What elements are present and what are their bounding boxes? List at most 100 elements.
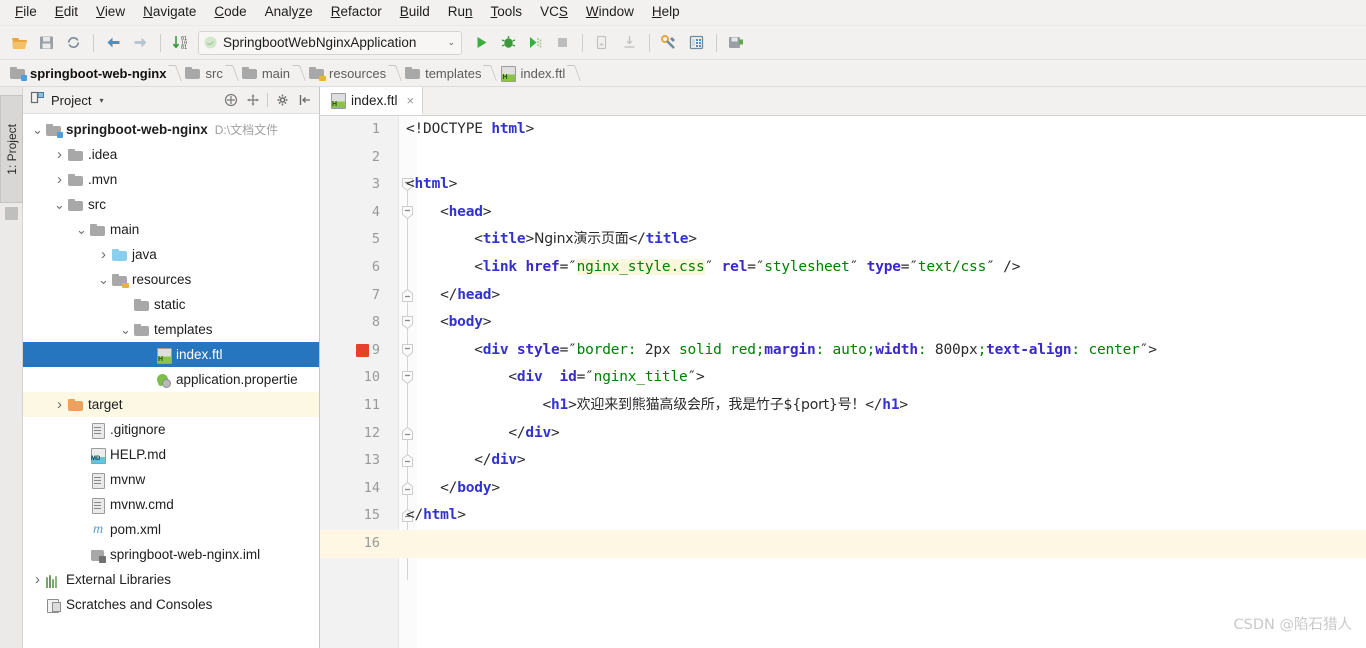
breadcrumb-item-main[interactable]: main [238,62,293,84]
code-line[interactable]: 7 </head> [320,282,1366,310]
menu-item-view[interactable]: View [87,1,134,24]
run-configuration-selector[interactable]: SpringbootWebNginxApplication ⌄ [198,30,462,55]
code-line[interactable]: 6 <link href=″nginx_style.css″ rel=″styl… [320,254,1366,282]
chevron-down-icon[interactable]: ⌄ [75,223,88,236]
tree-item-templates[interactable]: ⌄ templates [23,317,319,342]
line-number[interactable]: 5 [320,226,380,254]
line-number[interactable]: 6 [320,254,380,282]
code-line[interactable]: 3 <html> [320,171,1366,199]
code-line-text[interactable]: </div> [406,420,1366,448]
code-line-text[interactable]: <h1>欢迎来到熊猫高级会所，我是竹子${port}号！</h1> [406,392,1366,420]
sidebar-item-project-tab[interactable]: 1: Project [0,95,23,203]
code-line[interactable]: 8 <body> [320,309,1366,337]
sort-numeric-icon[interactable]: 01 10 01 [167,30,193,56]
tree-item--idea[interactable]: › .idea [23,142,319,167]
line-number[interactable]: 14 [320,475,380,503]
code-line-text[interactable]: <title>Nginx演示页面</title> [406,226,1366,254]
chevron-down-icon[interactable]: ▾ [99,96,103,105]
line-number[interactable]: 12 [320,420,380,448]
code-line[interactable]: 9 <div style=″border: 2px solid red;marg… [320,337,1366,365]
breakpoint-marker[interactable] [356,343,369,357]
sync-icon[interactable] [60,30,86,56]
line-number[interactable]: 13 [320,447,380,475]
code-line-text[interactable]: <head> [406,199,1366,227]
breadcrumb-item-springboot-web-nginx[interactable]: springboot-web-nginx [6,62,169,84]
chevron-right-icon[interactable]: › [53,171,66,188]
code-line-text[interactable]: <html> [406,171,1366,199]
code-line[interactable]: 14 </body> [320,475,1366,503]
line-number[interactable]: 15 [320,502,380,530]
forward-arrow-icon[interactable] [127,30,153,56]
menu-item-file[interactable]: File [6,1,46,24]
code-line[interactable]: 5 <title>Nginx演示页面</title> [320,226,1366,254]
code-line[interactable]: 15 </html> [320,502,1366,530]
tree-item--mvn[interactable]: › .mvn [23,167,319,192]
code-line[interactable]: 10 <div id=″nginx_title″> [320,364,1366,392]
tree-item-mvnw-cmd[interactable]: mvnw.cmd [23,492,319,517]
code-line-text[interactable]: </div> [406,447,1366,475]
tree-item-application-propertie[interactable]: application.propertie [23,367,319,392]
tree-item-scratches-and-consoles[interactable]: Scratches and Consoles [23,592,319,617]
chevron-right-icon[interactable]: › [53,396,66,413]
chevron-down-icon[interactable]: ⌄ [447,37,455,48]
breadcrumb-item-resources[interactable]: resources [305,62,389,84]
line-number[interactable]: 16 [320,530,380,558]
code-line[interactable]: 16 [320,529,1366,558]
code-line-text[interactable]: </head> [406,282,1366,310]
line-number[interactable]: 2 [320,144,380,172]
line-number[interactable]: 7 [320,282,380,310]
scroll-from-source-icon[interactable] [243,91,262,110]
tree-item-static[interactable]: static [23,292,319,317]
code-line[interactable]: 1 <!DOCTYPE html> [320,116,1366,144]
line-number[interactable]: 9 [320,337,380,365]
menu-item-window[interactable]: Window [577,1,643,24]
menu-item-tools[interactable]: Tools [482,1,532,24]
tree-item-springboot-web-nginx[interactable]: ⌄ springboot-web-nginx D:\文档文件 [23,117,319,142]
tree-item-resources[interactable]: ⌄ resources [23,267,319,292]
menu-item-build[interactable]: Build [391,1,439,24]
menu-item-edit[interactable]: Edit [46,1,87,24]
run-icon[interactable] [468,30,494,56]
save-all-icon[interactable] [33,30,59,56]
code-editor[interactable]: 1 <!DOCTYPE html> 2 3 <html> 4 <head> 5 <title… [320,116,1366,648]
menu-item-run[interactable]: Run [439,1,482,24]
tree-item-external-libraries[interactable]: › External Libraries [23,567,319,592]
open-folder-icon[interactable] [6,30,32,56]
menu-item-code[interactable]: Code [205,1,255,24]
tab-index-ftl[interactable]: index.ftl × [320,87,424,115]
code-line-text[interactable]: <div id=″nginx_title″> [406,364,1366,392]
breadcrumb-item-src[interactable]: src [181,62,225,84]
chevron-down-icon[interactable]: ⌄ [31,123,44,136]
code-line[interactable]: 2 [320,144,1366,172]
code-lines[interactable]: 1 <!DOCTYPE html> 2 3 <html> 4 <head> 5 <title… [320,116,1366,648]
back-arrow-icon[interactable] [100,30,126,56]
chevron-down-icon[interactable]: ⌄ [119,323,132,336]
chevron-down-icon[interactable]: ⌄ [97,273,110,286]
code-line-text[interactable]: <link href=″nginx_style.css″ rel=″styles… [406,254,1366,282]
tree-item-springboot-web-nginx-iml[interactable]: springboot-web-nginx.iml [23,542,319,567]
menu-item-analyze[interactable]: Analyze [256,1,322,24]
menu-item-refactor[interactable]: Refactor [322,1,391,24]
breadcrumb-item-index-ftl[interactable]: index.ftl [496,62,568,84]
tree-item-mvnw[interactable]: mvnw [23,467,319,492]
tree-item--gitignore[interactable]: .gitignore [23,417,319,442]
code-line[interactable]: 11 <h1>欢迎来到熊猫高级会所，我是竹子${port}号！</h1> [320,392,1366,420]
tree-item-main[interactable]: ⌄ main [23,217,319,242]
chevron-right-icon[interactable]: › [53,146,66,163]
line-number[interactable]: 3 [320,171,380,199]
code-line-text[interactable]: <!DOCTYPE html> [406,116,1366,144]
code-line[interactable]: 13 </div> [320,447,1366,475]
code-line-text[interactable]: </html> [406,502,1366,530]
tree-item-java[interactable]: › java [23,242,319,267]
tree-item-help-md[interactable]: HELP.md [23,442,319,467]
tree-item-src[interactable]: ⌄ src [23,192,319,217]
code-line[interactable]: 12 </div> [320,420,1366,448]
debug-icon[interactable] [495,30,521,56]
line-number[interactable]: 1 [320,116,380,144]
close-icon[interactable]: × [407,93,415,108]
tree-item-pom-xml[interactable]: m pom.xml [23,517,319,542]
structure-icon[interactable] [5,207,18,220]
line-number[interactable]: 8 [320,309,380,337]
line-number[interactable]: 4 [320,199,380,227]
hide-panel-icon[interactable] [295,91,314,110]
